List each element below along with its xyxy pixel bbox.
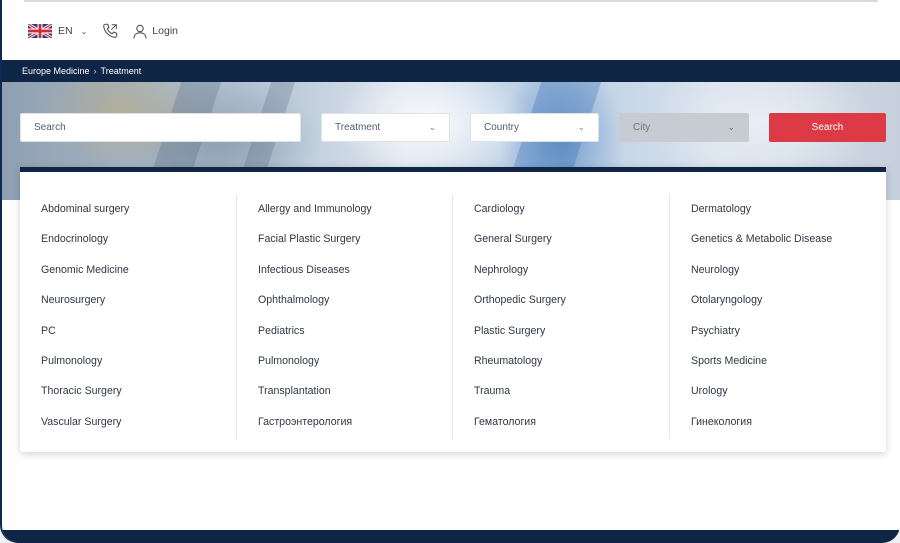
- treatment-option[interactable]: Neurology: [670, 255, 885, 285]
- treatment-option[interactable]: Rheumatology: [453, 346, 668, 376]
- treatment-option[interactable]: Psychiatry: [670, 316, 885, 346]
- search-form: Search Treatment ⌄ Country ⌄ City ⌄ Sear…: [20, 113, 886, 142]
- country-select[interactable]: Country ⌄: [470, 113, 599, 142]
- treatment-option[interactable]: Plastic Surgery: [453, 316, 668, 346]
- treatment-option[interactable]: General Surgery: [453, 224, 668, 254]
- footer-bar: [2, 530, 900, 543]
- treatment-option[interactable]: Neurosurgery: [20, 285, 236, 315]
- treatment-option[interactable]: Infectious Diseases: [237, 255, 452, 285]
- treatment-option[interactable]: Endocrinology: [20, 224, 236, 254]
- treatment-option[interactable]: Abdominal surgery: [20, 194, 236, 224]
- treatment-option[interactable]: Trauma: [453, 376, 668, 406]
- treatment-select-label: Treatment: [335, 122, 381, 133]
- treatment-option[interactable]: Genetics & Metabolic Disease: [670, 224, 885, 254]
- chevron-down-icon: ⌄: [428, 122, 436, 132]
- search-placeholder: Search: [34, 122, 66, 133]
- treatment-option[interactable]: Гинекология: [670, 407, 885, 437]
- treatment-dropdown: Abdominal surgery Endocrinology Genomic …: [20, 167, 886, 452]
- dropdown-column: Allergy and Immunology Facial Plastic Su…: [236, 194, 452, 439]
- login-link[interactable]: Login: [133, 24, 178, 39]
- breadcrumb-separator-icon: ›: [93, 66, 97, 76]
- search-button[interactable]: Search: [769, 113, 886, 142]
- breadcrumb: Europe Medicine › Treatment: [2, 60, 900, 82]
- chevron-down-icon: ⌄: [577, 122, 585, 132]
- dropdown-column: Cardiology General Surgery Nephrology Or…: [452, 194, 668, 439]
- chevron-down-icon: ⌄: [727, 122, 735, 132]
- treatment-option[interactable]: Ophthalmology: [237, 285, 452, 315]
- treatment-option[interactable]: Vascular Surgery: [20, 407, 236, 437]
- treatment-option[interactable]: Genomic Medicine: [20, 255, 236, 285]
- treatment-select[interactable]: Treatment ⌄: [321, 113, 450, 142]
- chevron-down-icon: ⌄: [80, 26, 88, 36]
- language-label: EN: [58, 25, 73, 37]
- user-icon: [133, 24, 147, 39]
- treatment-option[interactable]: Pediatrics: [237, 316, 452, 346]
- city-select-label: City: [633, 122, 651, 133]
- phone-icon[interactable]: [101, 22, 119, 40]
- treatment-option[interactable]: Allergy and Immunology: [237, 194, 452, 224]
- country-select-label: Country: [484, 122, 520, 133]
- search-input[interactable]: Search: [20, 113, 301, 142]
- breadcrumb-current: Treatment: [100, 66, 142, 76]
- treatment-option[interactable]: Facial Plastic Surgery: [237, 224, 452, 254]
- uk-flag-icon: [28, 24, 52, 38]
- page-frame: EN ⌄ Login Europe Medicine › Treatment S…: [0, 0, 900, 543]
- treatment-option[interactable]: Orthopedic Surgery: [453, 285, 668, 315]
- treatment-option[interactable]: Urology: [670, 376, 885, 406]
- top-bar: EN ⌄ Login: [28, 20, 178, 42]
- treatment-option[interactable]: Pulmonology: [237, 346, 452, 376]
- breadcrumb-home[interactable]: Europe Medicine: [22, 66, 90, 76]
- treatment-option[interactable]: Dermatology: [670, 194, 885, 224]
- treatment-option[interactable]: Sports Medicine: [670, 346, 885, 376]
- treatment-option[interactable]: Transplantation: [237, 376, 452, 406]
- dropdown-column: Dermatology Genetics & Metabolic Disease…: [669, 194, 885, 439]
- top-divider: [24, 0, 878, 2]
- city-select[interactable]: City ⌄: [619, 113, 749, 142]
- treatment-option[interactable]: Гематология: [453, 407, 668, 437]
- treatment-option[interactable]: Гастроэнтерология: [237, 407, 452, 437]
- treatment-option[interactable]: Pulmonology: [20, 346, 236, 376]
- treatment-option[interactable]: Thoracic Surgery: [20, 376, 236, 406]
- treatment-option[interactable]: Nephrology: [453, 255, 668, 285]
- treatment-option[interactable]: Otolaryngology: [670, 285, 885, 315]
- treatment-option[interactable]: Cardiology: [453, 194, 668, 224]
- language-selector[interactable]: EN ⌄: [28, 24, 87, 38]
- login-label: Login: [152, 25, 178, 37]
- treatment-option[interactable]: PC: [20, 316, 236, 346]
- dropdown-column: Abdominal surgery Endocrinology Genomic …: [20, 194, 236, 439]
